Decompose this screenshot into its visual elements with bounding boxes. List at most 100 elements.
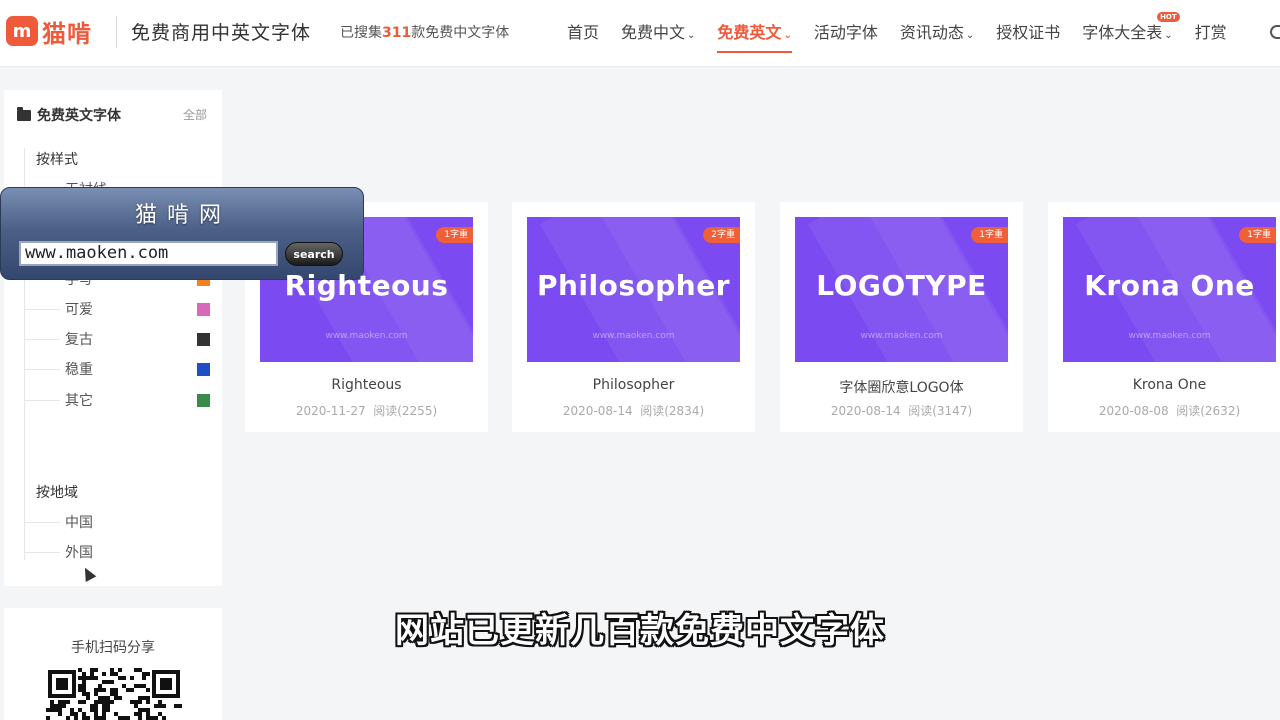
logo-divider — [116, 16, 117, 48]
category-sidebar: 免费英文字体 全部 按样式 无衬线时尚优雅手写可爱复古稳重其它 按地域 中国外国 — [4, 90, 222, 586]
font-card[interactable]: 2字重 Philosopher www.maoken.com Philosopher 2… — [512, 202, 755, 432]
font-meta: 2020-08-14 阅读(2834) — [512, 402, 755, 419]
font-date: 2020-08-14 — [562, 404, 633, 418]
font-reads: 阅读(2834) — [640, 404, 705, 418]
nav-item[interactable]: 打赏 — [1184, 0, 1238, 66]
nav-item[interactable]: 免费英文 ⌄ — [706, 0, 802, 66]
color-swatch — [197, 393, 210, 407]
stat-prefix: 已搜集 — [340, 25, 382, 41]
view-all-link[interactable]: 全部 — [183, 106, 207, 123]
font-title-link[interactable]: Righteous — [245, 377, 488, 393]
cover-text: Righteous — [284, 269, 449, 302]
font-date: 2020-08-08 — [1098, 404, 1169, 418]
main-nav: 首页 免费中文 ⌄ 免费英文 ⌄ 活动字体 资讯动态 ⌄ 授权证书 字体大全表 ⌄ HOT 打赏 — [556, 0, 1238, 66]
font-title-link[interactable]: 字体圈欣意LOGO体 — [780, 377, 1023, 397]
sidebar-item-style[interactable]: 可爱 — [65, 299, 210, 319]
sidebar-item-style[interactable]: 其它 — [65, 390, 210, 410]
sidebar-item-region[interactable]: 外国 — [65, 542, 210, 562]
sidebar-item-label: 可爱 — [65, 302, 93, 318]
folder-icon — [17, 106, 31, 121]
font-reads: 阅读(2632) — [1176, 404, 1241, 418]
nav-item[interactable]: 字体大全表 ⌄ HOT — [1071, 0, 1183, 66]
color-swatch — [197, 362, 210, 376]
qr-code-icon — [46, 668, 182, 720]
group-by-style[interactable]: 按样式 — [36, 149, 78, 169]
sidebar-item-style[interactable]: 稳重 — [65, 359, 210, 379]
chevron-down-icon: ⌄ — [687, 30, 696, 41]
nav-item-label: 打赏 — [1194, 23, 1227, 42]
overlay-title: 猫啃网 — [134, 203, 231, 228]
font-title-link[interactable]: Krona One — [1048, 377, 1280, 393]
nav-item-label: 免费中文 — [621, 23, 686, 42]
group-by-region[interactable]: 按地域 — [36, 482, 78, 502]
font-date: 2020-08-14 — [830, 404, 901, 418]
nav-item[interactable]: 活动字体 — [803, 0, 889, 66]
font-card[interactable]: 1字重 Krona One www.maoken.com Krona One 2020-… — [1048, 202, 1280, 432]
nav-item-label: 活动字体 — [813, 23, 878, 42]
stat-count: 311 — [382, 25, 412, 41]
chevron-down-icon: ⌄ — [1164, 30, 1173, 41]
nav-item-label: 字体大全表 — [1082, 23, 1163, 42]
nav-item[interactable]: 资讯动态 ⌄ — [889, 0, 985, 66]
tree-branch — [24, 522, 60, 523]
chevron-down-icon: ⌄ — [783, 30, 792, 41]
font-meta: 2020-08-08 阅读(2632) — [1048, 402, 1280, 419]
nav-item-label: 授权证书 — [996, 23, 1061, 42]
mouse-cursor-icon — [79, 564, 97, 583]
weight-badge: 1字重 — [1239, 227, 1276, 243]
nav-item[interactable]: 免费中文 ⌄ — [610, 0, 706, 66]
font-cover-image[interactable]: 1字重 LOGOTYPE www.maoken.com — [795, 217, 1008, 362]
sidebar-item-label: 中国 — [65, 515, 93, 531]
sidebar-item-label: 复古 — [65, 332, 93, 348]
sidebar-item-label: 其它 — [65, 393, 93, 409]
cover-text: Philosopher — [536, 269, 731, 302]
tree-branch — [24, 369, 60, 370]
font-meta: 2020-08-14 阅读(3147) — [780, 402, 1023, 419]
nav-item-label: 资讯动态 — [899, 23, 964, 42]
hot-badge: HOT — [1157, 12, 1180, 22]
tree-branch — [24, 309, 60, 310]
sidebar-title: 免费英文字体 — [17, 105, 121, 125]
weight-badge: 1字重 — [971, 227, 1008, 243]
sidebar-title-text: 免费英文字体 — [37, 108, 121, 124]
cover-text: LOGOTYPE — [816, 269, 987, 302]
top-navigation-bar: m 猫啃 免费商用中英文字体 已搜集311款免费中文字体 首页 免费中文 ⌄ 免费英文… — [0, 0, 1280, 67]
font-meta: 2020-11-27 阅读(2255) — [245, 402, 488, 419]
color-swatch — [197, 302, 210, 316]
sidebar-item-label: 外国 — [65, 545, 93, 561]
site-logo[interactable]: m 猫啃 — [6, 14, 92, 48]
font-date: 2020-11-27 — [295, 404, 366, 418]
cover-watermark: www.maoken.com — [592, 331, 675, 341]
color-swatch — [197, 332, 210, 346]
stat-suffix: 款免费中文字体 — [411, 25, 510, 41]
font-count-stat: 已搜集311款免费中文字体 — [340, 22, 509, 42]
cover-text: Krona One — [1084, 269, 1255, 302]
font-reads: 阅读(3147) — [908, 404, 973, 418]
sidebar-item-label: 稳重 — [65, 362, 93, 378]
cat-logo-icon: m — [6, 16, 38, 46]
weight-badge: 1字重 — [436, 227, 473, 243]
overlay-url-field: www.maoken.com — [19, 241, 278, 266]
tree-branch — [24, 400, 60, 401]
site-slogan: 免费商用中英文字体 — [131, 22, 312, 44]
font-reads: 阅读(2255) — [373, 404, 438, 418]
tree-branch — [24, 339, 60, 340]
nav-item[interactable]: 授权证书 — [985, 0, 1071, 66]
nav-item-label: 首页 — [567, 23, 600, 42]
watermark-overlay: 猫啃网 www.maoken.com search — [0, 187, 364, 280]
search-icon[interactable] — [1270, 25, 1280, 39]
overlay-search-button: search — [285, 242, 343, 266]
nav-item[interactable]: 首页 — [556, 0, 610, 66]
sidebar-item-style[interactable]: 复古 — [65, 329, 210, 349]
logo-text: 猫啃 — [42, 19, 92, 48]
font-card[interactable]: 1字重 LOGOTYPE www.maoken.com 字体圈欣意LOGO体 2020-… — [780, 202, 1023, 432]
cover-watermark: www.maoken.com — [1128, 331, 1211, 341]
font-title-link[interactable]: Philosopher — [512, 377, 755, 393]
cover-watermark: www.maoken.com — [325, 331, 408, 341]
cover-watermark: www.maoken.com — [860, 331, 943, 341]
font-cover-image[interactable]: 2字重 Philosopher www.maoken.com — [527, 217, 740, 362]
sidebar-item-region[interactable]: 中国 — [65, 512, 210, 532]
nav-item-label: 免费英文 — [717, 23, 782, 42]
font-cover-image[interactable]: 1字重 Krona One www.maoken.com — [1063, 217, 1276, 362]
weight-badge: 2字重 — [703, 227, 740, 243]
